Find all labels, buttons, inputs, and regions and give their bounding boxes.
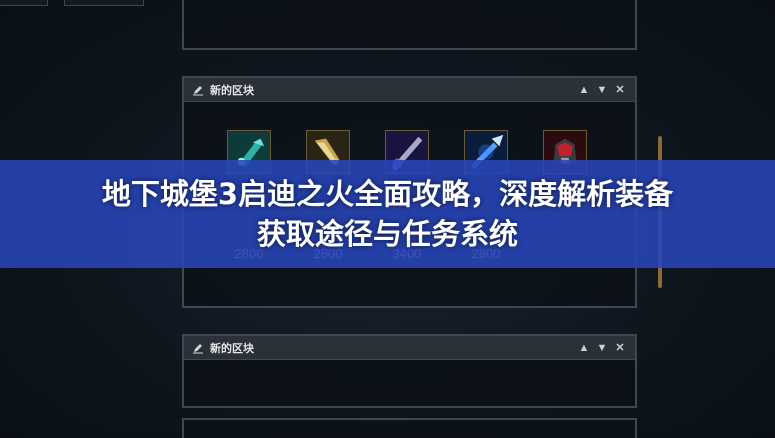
- panel-title: 新的区块: [210, 342, 254, 355]
- close-icon[interactable]: ✕: [613, 341, 627, 354]
- move-up-icon[interactable]: ▲: [577, 84, 591, 96]
- bottom-panel: [182, 418, 637, 438]
- move-up-icon[interactable]: ▲: [577, 342, 591, 354]
- pencil-icon[interactable]: [192, 342, 204, 354]
- banner-title-line2: 获取途径与任务系统: [256, 217, 518, 251]
- panel-header: 新的区块 ▲ ▼ ✕: [184, 78, 635, 102]
- move-down-icon[interactable]: ▼: [595, 342, 609, 354]
- top-panel: [182, 0, 637, 50]
- panel-header: 新的区块 ▲ ▼ ✕: [184, 336, 635, 360]
- lower-panel: 新的区块 ▲ ▼ ✕: [182, 334, 637, 408]
- pencil-icon[interactable]: [192, 84, 204, 96]
- top-tab-middle: [64, 0, 144, 6]
- panel-title: 新的区块: [210, 84, 254, 97]
- banner-title-line1: 地下城堡3启迪之火全面攻略，深度解析装备: [101, 177, 674, 211]
- top-tab-left: [0, 0, 48, 6]
- move-down-icon[interactable]: ▼: [595, 84, 609, 96]
- close-icon[interactable]: ✕: [613, 83, 627, 96]
- title-banner: 地下城堡3启迪之火全面攻略，深度解析装备 获取途径与任务系统: [0, 160, 775, 268]
